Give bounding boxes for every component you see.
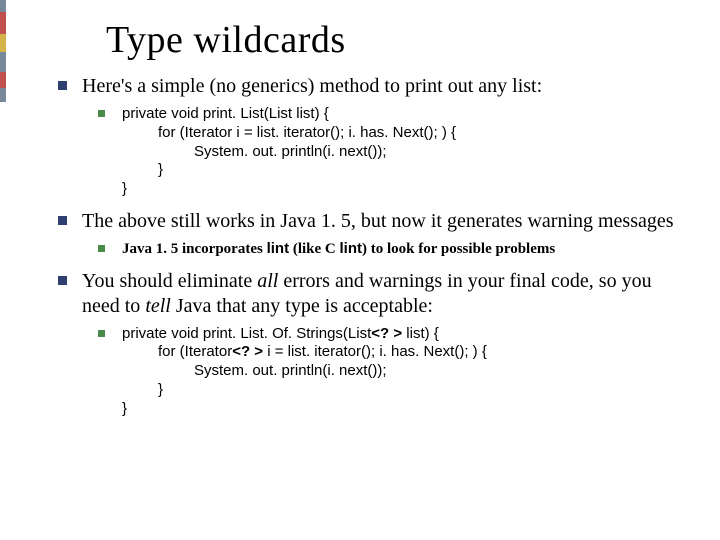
- code-block: private void print. List. Of. Strings(Li…: [94, 325, 690, 419]
- code-line: System. out. println(i. next());: [122, 143, 690, 162]
- square-bullet-icon: [98, 245, 105, 252]
- code-line: private void print. List(List list) {: [122, 105, 690, 124]
- bullet-level1: Here's a simple (no generics) method to …: [52, 74, 690, 99]
- wildcard: <? >: [371, 325, 402, 342]
- accent-segment: [0, 72, 6, 88]
- emphasis: tell: [145, 295, 171, 317]
- slide-body: Here's a simple (no generics) method to …: [52, 74, 690, 418]
- code-line: }: [122, 381, 690, 400]
- code-text: private void print. List. Of. Strings(Li…: [122, 325, 371, 342]
- accent-segment: [0, 0, 6, 12]
- accent-segment: [0, 34, 6, 52]
- code-line: }: [122, 161, 690, 180]
- inline-code: lint: [340, 240, 363, 257]
- text: (like C: [289, 241, 339, 257]
- accent-segment: [0, 52, 6, 72]
- square-bullet-icon: [98, 330, 105, 337]
- code-line: }: [122, 400, 690, 419]
- inline-code: lint: [267, 240, 290, 257]
- accent-bar: [0, 0, 6, 540]
- accent-segment: [0, 88, 6, 102]
- emphasis: all: [257, 270, 278, 292]
- square-bullet-icon: [58, 216, 67, 225]
- accent-segment: [0, 12, 6, 34]
- bullet-level2: Java 1. 5 incorporates lint (like C lint…: [94, 240, 690, 259]
- code-text: for (Iterator: [158, 343, 232, 360]
- bullet-level1: You should eliminate all errors and warn…: [52, 269, 690, 319]
- slide-title: Type wildcards: [106, 18, 690, 62]
- code-line: for (Iterator i = list. iterator(); i. h…: [122, 124, 690, 143]
- text: ) to look for possible problems: [362, 241, 555, 257]
- bullet-text: Here's a simple (no generics) method to …: [82, 75, 542, 97]
- code-line: private void print. List. Of. Strings(Li…: [122, 325, 690, 344]
- code-text: list) {: [402, 325, 439, 342]
- bullet-level1: The above still works in Java 1. 5, but …: [52, 209, 690, 234]
- code-text: i = list. iterator(); i. has. Next(); ) …: [263, 343, 487, 360]
- code-block: private void print. List(List list) { fo…: [94, 105, 690, 199]
- text: Java that any type is acceptable:: [171, 295, 433, 317]
- square-bullet-icon: [98, 110, 105, 117]
- wildcard: <? >: [232, 343, 263, 360]
- text: Java 1. 5 incorporates: [122, 241, 267, 257]
- text: You should eliminate: [82, 270, 257, 292]
- code-line: System. out. println(i. next());: [122, 362, 690, 381]
- square-bullet-icon: [58, 276, 67, 285]
- bullet-text: The above still works in Java 1. 5, but …: [82, 210, 674, 232]
- code-line: }: [122, 180, 690, 199]
- code-line: for (Iterator<? > i = list. iterator(); …: [122, 343, 690, 362]
- square-bullet-icon: [58, 81, 67, 90]
- slide: Type wildcards Here's a simple (no gener…: [0, 0, 720, 540]
